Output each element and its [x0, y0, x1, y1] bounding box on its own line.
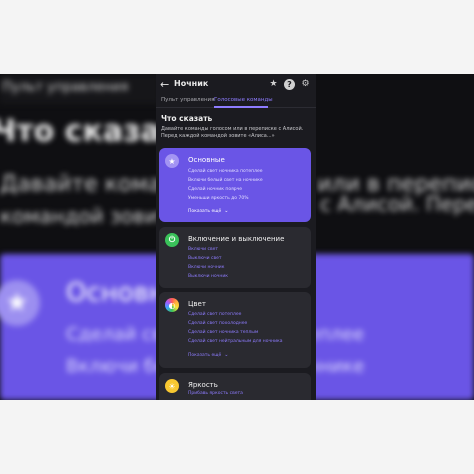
bg-right-text: с Алисой. Перед [320, 192, 474, 216]
tab-voice-commands[interactable]: Голосовые команды [214, 97, 273, 103]
command-item[interactable]: Включи ночник [188, 265, 224, 270]
card-title: Основные [188, 156, 225, 164]
command-item[interactable]: Выключи свет [188, 256, 222, 261]
sun-icon: ☀ [165, 379, 179, 393]
app-header: ← Ночник ★ ? ⚙ [156, 74, 316, 96]
section-description: Давайте команды голосом или в переписке … [161, 126, 304, 139]
color-wheel-icon: ◐ [165, 298, 179, 312]
section-title: Что сказать [161, 114, 213, 123]
command-item[interactable]: Сделай свет ночника теплым [188, 330, 258, 335]
bg-line-2: командой зовите [0, 204, 182, 228]
command-item: Сделай свет ночника потеплее [188, 169, 263, 174]
card-basic-commands[interactable]: ★ Основные Сделай свет ночника потеплее … [159, 148, 311, 222]
chevron-down-icon: ⌄ [224, 208, 229, 214]
show-more-button[interactable]: Показать ещё ⌄ [188, 352, 228, 358]
card-brightness-commands[interactable]: ☀ Яркость Прибавь яркость света [159, 373, 311, 400]
chevron-down-icon: ⌄ [224, 352, 229, 358]
active-tab-indicator [214, 106, 268, 108]
card-title: Цвет [188, 300, 206, 308]
help-icon[interactable]: ? [284, 79, 295, 90]
power-icon: ⏻ [165, 233, 179, 247]
phone-screen: ← Ночник ★ ? ⚙ Пульт управления Голосовы… [156, 74, 316, 400]
card-title: Включение и выключение [188, 235, 285, 243]
show-more-label: Показать ещё [188, 209, 222, 214]
card-color-commands[interactable]: ◐ Цвет Сделай свет потеплее Сделай свет … [159, 292, 311, 368]
command-item[interactable]: Сделай свет нейтральным для ночника [188, 339, 283, 344]
card-title: Яркость [188, 381, 218, 389]
tab-remote-control[interactable]: Пульт управления [161, 97, 214, 103]
tab-bar: Пульт управления Голосовые команды [156, 96, 316, 108]
command-item: Включи белый свет на ночнике [188, 178, 263, 183]
card-power-commands[interactable]: ⏻ Включение и выключение Включи свет Вык… [159, 227, 311, 288]
bg-star-icon: ★ [0, 280, 40, 326]
command-item[interactable]: Прибавь яркость света [188, 391, 243, 396]
command-item: Уменьши яркость до 70% [188, 196, 249, 201]
command-item[interactable]: Включи свет [188, 247, 218, 252]
command-item[interactable]: Сделай свет потеплее [188, 312, 241, 317]
command-item[interactable]: Выключи ночник [188, 274, 228, 279]
bg-title: Пульт управления [2, 80, 129, 95]
show-more-button[interactable]: Показать ещё ⌄ [188, 208, 228, 214]
show-more-label: Показать ещё [188, 353, 222, 358]
gear-icon[interactable]: ⚙ [300, 79, 311, 90]
command-item[interactable]: Сделай свет похолоднее [188, 321, 247, 326]
command-item: Сделай ночник поярче [188, 187, 243, 192]
page-title: Ночник [174, 79, 209, 88]
back-arrow-icon[interactable]: ← [160, 79, 172, 91]
star-icon: ★ [165, 154, 179, 168]
favorite-star-icon[interactable]: ★ [268, 79, 279, 90]
